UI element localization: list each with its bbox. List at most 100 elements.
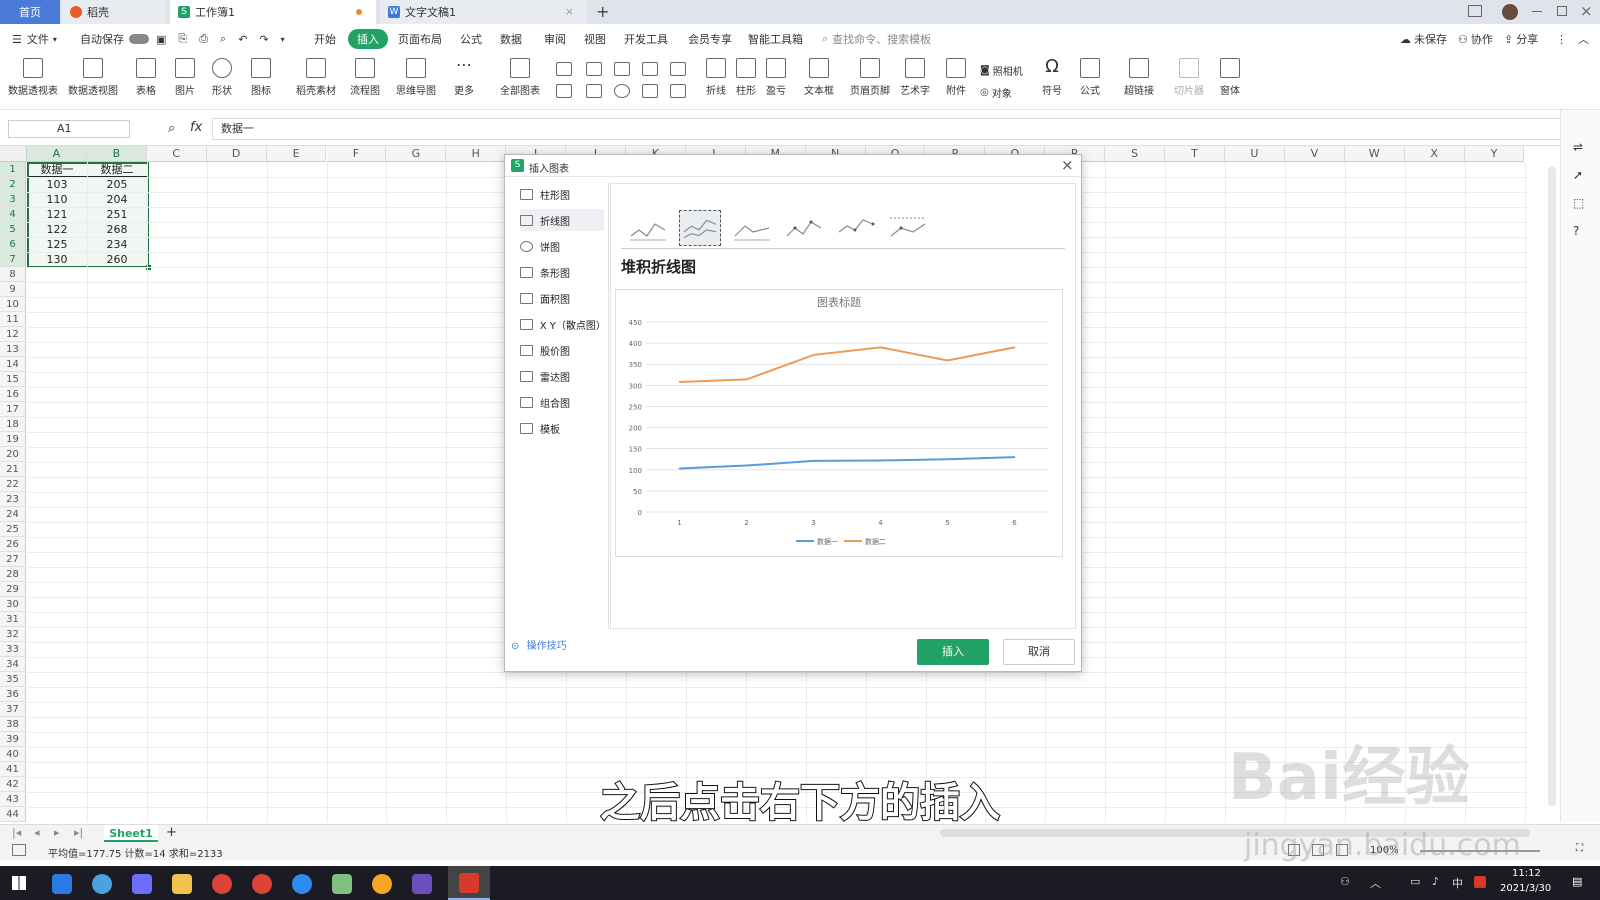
chrome-icon[interactable] xyxy=(212,874,232,894)
row-header[interactable]: 24 xyxy=(0,507,26,522)
radar-chart-small-icon[interactable] xyxy=(670,84,686,98)
row-header[interactable]: 15 xyxy=(0,372,26,387)
unsaved-button[interactable]: ☁ 未保存 xyxy=(1400,29,1447,49)
row-header[interactable]: 37 xyxy=(0,702,26,717)
column-header[interactable]: V xyxy=(1284,146,1345,162)
icons-button[interactable]: 图标 xyxy=(251,58,271,97)
category-template[interactable]: 模板 xyxy=(520,417,604,439)
redo-icon[interactable]: ↷ xyxy=(259,33,268,46)
zoom-formula-icon[interactable]: ⌕ xyxy=(168,121,175,136)
more-icon[interactable]: ▾ xyxy=(281,35,285,44)
kebab-menu-icon[interactable]: ⋮ xyxy=(1556,29,1567,49)
app-browser-icon[interactable] xyxy=(92,874,112,894)
row-header[interactable]: 13 xyxy=(0,342,26,357)
menu-item-page-layout[interactable]: 页面布局 xyxy=(398,29,442,49)
column-header[interactable]: D xyxy=(206,146,267,162)
column-header[interactable]: C xyxy=(146,146,207,162)
pivot-chart-button[interactable]: 数据透视图 xyxy=(68,58,118,97)
row-header[interactable]: 31 xyxy=(0,612,26,627)
function-button[interactable]: fx xyxy=(190,120,202,135)
dialog-close-icon[interactable]: × xyxy=(1061,156,1074,174)
notification-icon[interactable]: ▤ xyxy=(1572,875,1582,888)
column-header[interactable]: U xyxy=(1225,146,1285,162)
file-menu[interactable]: ☰ 文件 ▾ xyxy=(12,29,57,49)
row-header[interactable]: 7 xyxy=(0,252,26,267)
file-explorer-icon[interactable] xyxy=(172,874,192,894)
column-header[interactable]: G xyxy=(386,146,447,162)
camera-button[interactable]: ◙ 照相机 xyxy=(980,60,1023,80)
row-header[interactable]: 25 xyxy=(0,522,26,537)
row-header[interactable]: 19 xyxy=(0,432,26,447)
row-header[interactable]: 29 xyxy=(0,582,26,597)
app-book-icon[interactable] xyxy=(332,874,352,894)
stats-chart-small-icon[interactable] xyxy=(670,62,686,76)
column-header[interactable]: B xyxy=(86,146,147,162)
clock-time[interactable]: 11:12 xyxy=(1512,868,1541,879)
scatter-chart-small-icon[interactable] xyxy=(642,84,658,98)
attachment-button[interactable]: 附件 xyxy=(946,58,966,97)
command-search[interactable]: ⌕ 查找命令、搜索模板 xyxy=(822,29,931,49)
menu-item-smart-tools[interactable]: 智能工具箱 xyxy=(748,29,803,49)
equation-button[interactable]: 公式 xyxy=(1080,58,1100,97)
row-header[interactable]: 26 xyxy=(0,537,26,552)
row-header[interactable]: 9 xyxy=(0,282,26,297)
row-header[interactable]: 33 xyxy=(0,642,26,657)
sparkline-column-button[interactable]: 柱形 xyxy=(736,58,756,97)
sidebar-select-icon[interactable]: ⬚ xyxy=(1573,196,1584,210)
flowchart-button[interactable]: 流程图 xyxy=(350,58,380,97)
vertical-scrollbar[interactable] xyxy=(1548,166,1556,806)
sparkline-line-button[interactable]: 折线 xyxy=(706,58,726,97)
close-icon[interactable]: × xyxy=(1580,2,1593,20)
category-stock[interactable]: 股价图 xyxy=(520,339,604,361)
row-header[interactable]: 6 xyxy=(0,237,26,252)
column-header[interactable]: Y xyxy=(1464,146,1525,162)
preview-icon[interactable]: ⌕ xyxy=(220,32,226,46)
menu-item-dev-tools[interactable]: 开发工具 xyxy=(624,29,668,49)
tray-chevron-icon[interactable]: ︿ xyxy=(1370,875,1381,891)
row-header[interactable]: 30 xyxy=(0,597,26,612)
app-cube-icon[interactable] xyxy=(132,874,152,894)
collapse-ribbon-icon[interactable]: ︿ xyxy=(1578,29,1589,49)
row-header[interactable]: 39 xyxy=(0,732,26,747)
sidebar-help-icon[interactable]: ? xyxy=(1573,224,1579,238)
row-header[interactable]: 36 xyxy=(0,687,26,702)
row-header[interactable]: 14 xyxy=(0,357,26,372)
category-combo[interactable]: 组合图 xyxy=(520,391,604,413)
subtype-stacked-line-thumb[interactable] xyxy=(679,210,721,246)
open-icon[interactable]: ⎘ xyxy=(178,32,187,46)
ime-indicator[interactable]: 中 xyxy=(1452,875,1463,891)
table-button[interactable]: 表格 xyxy=(136,58,156,97)
row-header[interactable]: 22 xyxy=(0,477,26,492)
row-header[interactable]: 40 xyxy=(0,747,26,762)
collab-button[interactable]: ⚇ 协作 xyxy=(1458,29,1493,49)
row-header[interactable]: 4 xyxy=(0,207,26,222)
menu-item-review[interactable]: 审阅 xyxy=(544,29,566,49)
header-footer-button[interactable]: 页眉页脚 xyxy=(850,58,890,97)
more-button[interactable]: ⋯ 更多 xyxy=(454,57,474,98)
avatar[interactable] xyxy=(1502,4,1518,20)
area-chart-small-icon[interactable] xyxy=(556,84,572,98)
undo-icon[interactable]: ↶ xyxy=(238,33,247,46)
select-all-corner[interactable] xyxy=(0,146,27,162)
row-header[interactable]: 11 xyxy=(0,312,26,327)
subtype-percent-marker-thumb[interactable] xyxy=(887,210,929,246)
windows-start-icon[interactable] xyxy=(12,876,26,890)
formula-input[interactable]: 数据一 xyxy=(212,118,1562,140)
new-tab-button[interactable]: + xyxy=(596,2,609,21)
row-header[interactable]: 12 xyxy=(0,327,26,342)
column-header[interactable]: H xyxy=(446,146,507,162)
autosave-toggle[interactable]: 自动保存 xyxy=(80,29,149,49)
row-header[interactable]: 16 xyxy=(0,387,26,402)
row-header[interactable]: 21 xyxy=(0,462,26,477)
row-header[interactable]: 27 xyxy=(0,552,26,567)
pivot-table-button[interactable]: 数据透视表 xyxy=(8,58,58,97)
sidebar-cursor-icon[interactable]: ➚ xyxy=(1573,168,1583,182)
column-chart-small-icon[interactable] xyxy=(556,62,572,76)
tab-daoke[interactable]: 稻壳 xyxy=(62,0,166,24)
combo-chart-small-icon[interactable] xyxy=(586,84,602,98)
symbol-button[interactable]: Ω 符号 xyxy=(1042,58,1062,98)
category-column[interactable]: 柱形图 xyxy=(520,183,604,205)
tray-network-icon[interactable]: ▭ xyxy=(1410,875,1420,888)
dialog-titlebar[interactable]: S 插入图表 × xyxy=(505,155,1081,177)
menu-item-view[interactable]: 视图 xyxy=(584,29,606,49)
